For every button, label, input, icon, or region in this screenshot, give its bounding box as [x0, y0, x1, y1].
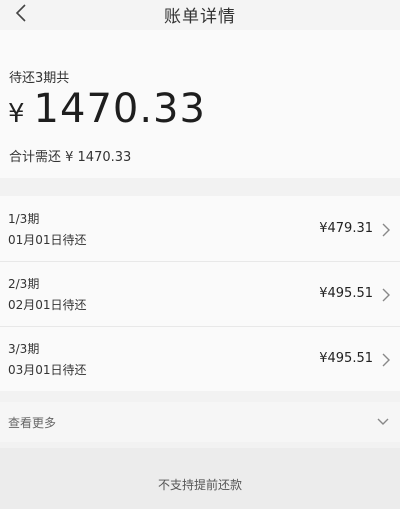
prepayment-notice: 不支持提前还款 [0, 448, 400, 509]
installment-amount: ¥495.51 [319, 286, 373, 301]
installment-amount: ¥479.31 [319, 221, 373, 236]
installment-due-date: 01月01日待还 [8, 233, 87, 247]
installment-row-2[interactable]: 2/3期 02月01日待还 ¥495.51 [0, 261, 400, 326]
installment-row-1[interactable]: 1/3期 01月01日待还 ¥479.31 [0, 196, 400, 261]
pending-periods-label: 待还3期共 [9, 71, 70, 86]
installment-period: 3/3期 [8, 342, 40, 356]
installment-list: 1/3期 01月01日待还 ¥479.31 2/3期 02月01日待还 ¥495… [0, 196, 400, 391]
installment-period: 2/3期 [8, 277, 40, 291]
view-more-button[interactable]: 查看更多 [0, 402, 400, 442]
installment-due-date: 03月01日待还 [8, 363, 87, 377]
prepayment-notice-label: 不支持提前还款 [157, 478, 242, 492]
installment-row-3[interactable]: 3/3期 03月01日待还 ¥495.51 [0, 326, 400, 391]
view-more-label: 查看更多 [8, 416, 57, 430]
chevron-right-icon [382, 288, 390, 302]
total-due-label: 合计需还 ¥ 1470.33 [9, 150, 132, 165]
installment-period: 1/3期 [8, 212, 40, 226]
currency-symbol: ¥ [8, 99, 25, 129]
page-title: 账单详情 [164, 7, 236, 27]
bill-detail-page: 账单详情 待还3期共 ¥ 1470.33 合计需还 ¥ 1470.33 1/3期… [0, 0, 400, 509]
chevron-right-icon [382, 353, 390, 367]
chevron-down-icon [377, 418, 389, 425]
nav-bar: 账单详情 [0, 0, 400, 30]
installment-amount: ¥495.51 [319, 351, 373, 366]
amount-value: 1470.33 [33, 86, 206, 132]
chevron-right-icon [382, 223, 390, 237]
bill-summary: 待还3期共 ¥ 1470.33 合计需还 ¥ 1470.33 [0, 30, 400, 178]
total-amount: ¥ 1470.33 [8, 86, 206, 132]
installment-due-date: 02月01日待还 [8, 298, 87, 312]
